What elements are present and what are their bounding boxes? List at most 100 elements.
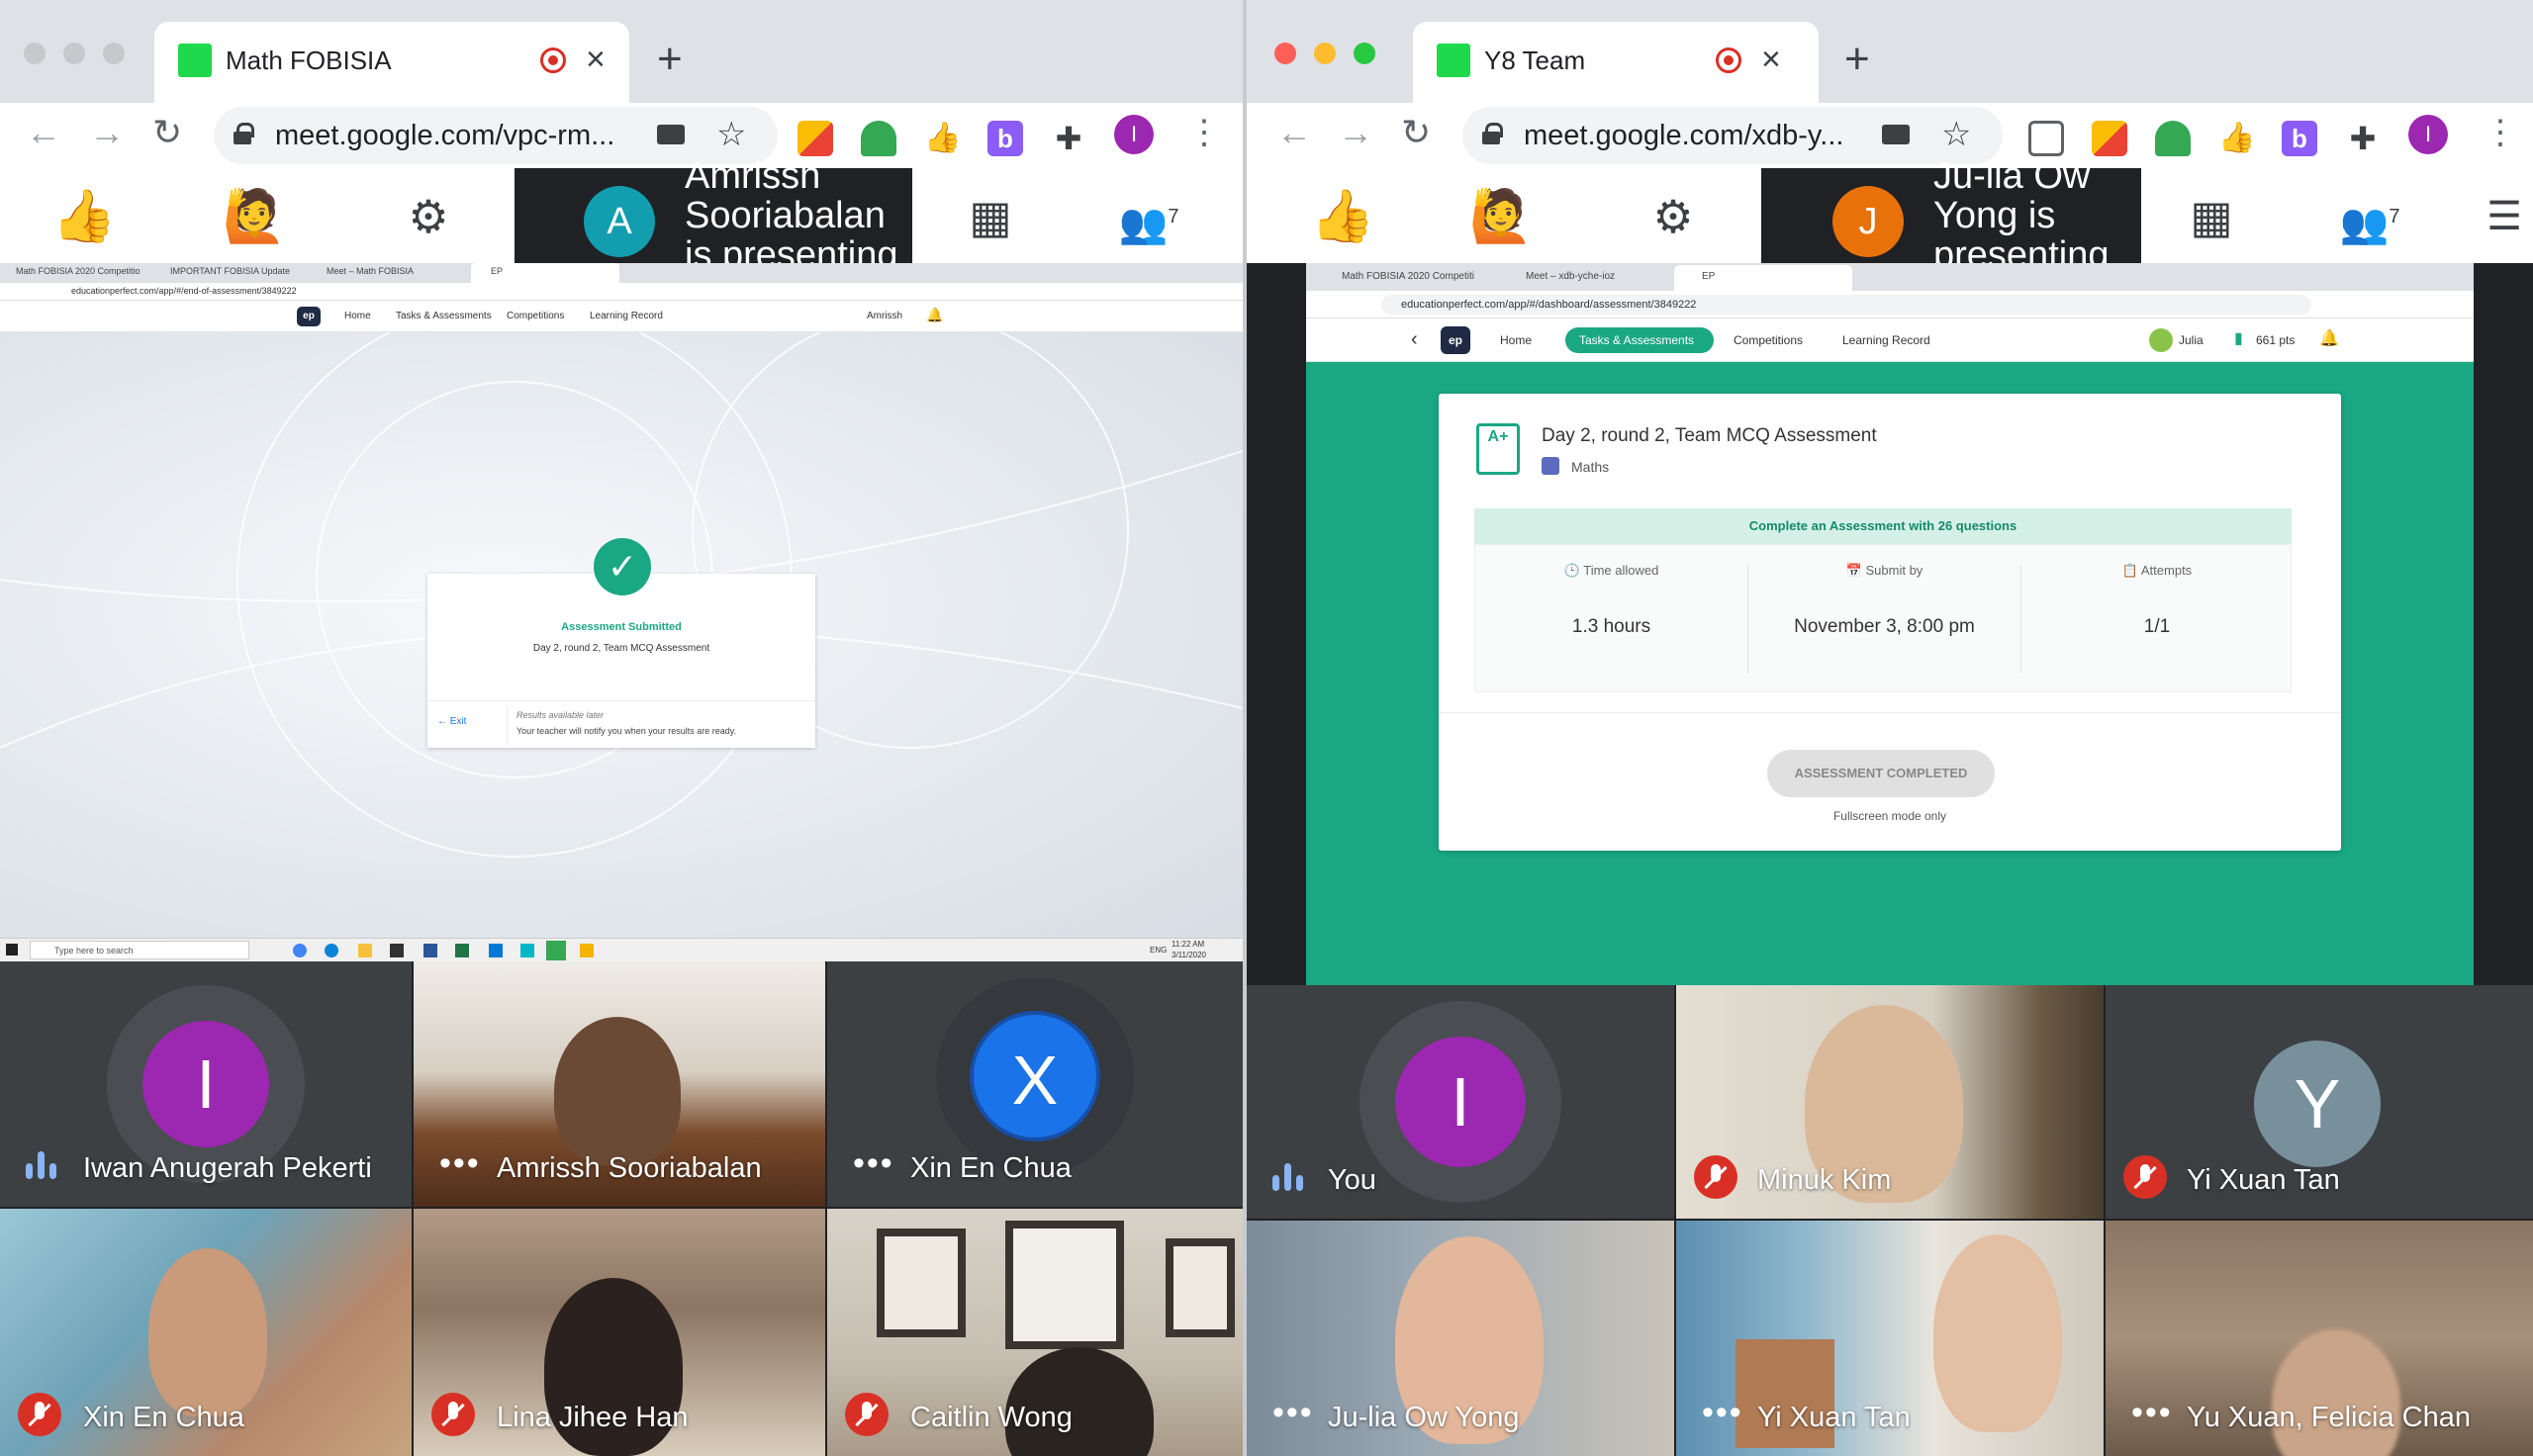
participant-tile[interactable]: Minuk Kim <box>1676 985 2104 1219</box>
forward-button[interactable]: → <box>1338 113 1373 152</box>
participant-tile[interactable]: Caitlin Wong <box>827 1209 1243 1456</box>
new-tab-button[interactable]: + <box>1844 36 1870 83</box>
submitted-title: Assessment Submitted <box>561 621 682 633</box>
address-bar[interactable]: meet.google.com/xdb-y... ☆ <box>1462 107 2003 164</box>
extensions-puzzle-icon[interactable]: ✚ <box>2345 121 2381 156</box>
zoom-window-button[interactable] <box>1354 43 1375 64</box>
presenter-text: Ju-lia Ow Yong is presenting <box>1933 155 2110 276</box>
participant-tile[interactable]: I You <box>1247 985 1674 1219</box>
exit-link[interactable]: ← Exit <box>437 716 466 727</box>
profile-avatar[interactable]: I <box>1114 115 1154 154</box>
extension-b-icon[interactable]: b <box>2282 121 2317 156</box>
shared-tab: EP <box>1702 271 1716 282</box>
extension-shield-icon[interactable] <box>797 121 833 156</box>
thumbs-up-icon[interactable]: 👍 <box>49 182 119 251</box>
more-options-icon[interactable]: ••• <box>439 1146 481 1180</box>
nav-tasks: Tasks & Assessments <box>396 311 492 321</box>
extension-shield-icon[interactable] <box>2092 121 2127 156</box>
wall-frame <box>877 1228 966 1337</box>
divider <box>427 700 815 701</box>
profile-avatar[interactable]: I <box>2408 115 2448 154</box>
taskbar-folder-icon[interactable] <box>358 944 372 957</box>
shared-tab-active <box>1674 265 1852 291</box>
browser-toolbar: ← → ↻ meet.google.com/vpc-rm... ☆ 👍 b ✚ … <box>0 103 1243 168</box>
chat-icon[interactable]: ☰ <box>2470 182 2533 251</box>
extension-thumb-icon[interactable]: 👍 <box>2218 121 2255 156</box>
close-window-button[interactable] <box>1274 43 1296 64</box>
close-tab-icon[interactable]: × <box>586 40 606 79</box>
extension-drive-icon[interactable] <box>861 121 896 156</box>
participants-icon[interactable]: 👥7 <box>2335 182 2404 251</box>
taskbar-meet-icon[interactable] <box>546 941 566 960</box>
taskbar-search-box[interactable]: Type here to search <box>30 941 249 959</box>
taskbar-chrome-icon[interactable] <box>293 944 307 957</box>
camera-icon[interactable] <box>657 125 685 144</box>
back-chevron-icon: ‹ <box>1411 328 1418 350</box>
speaking-indicator-icon <box>1272 1163 1306 1191</box>
chrome-menu-icon[interactable]: ⋮ <box>2484 113 2517 152</box>
raise-hand-icon[interactable]: 🙋 <box>220 182 289 251</box>
more-options-icon[interactable]: ••• <box>1272 1396 1314 1429</box>
wall-frame <box>1166 1238 1235 1337</box>
stat-value: November 3, 8:00 pm <box>1794 616 1975 637</box>
assessment-completed-button[interactable]: ASSESSMENT COMPLETED <box>1767 750 1995 797</box>
participant-tile[interactable]: ••• Amrissh Sooriabalan <box>414 961 825 1207</box>
grid-layout-icon[interactable]: ▦ <box>956 182 1025 251</box>
participant-tile[interactable]: ••• Yi Xuan Tan <box>1676 1221 2104 1456</box>
close-tab-icon[interactable]: × <box>1761 40 1781 79</box>
participant-name: Xin En Chua <box>910 1152 1072 1184</box>
minimize-window-button[interactable] <box>1314 43 1336 64</box>
nav-competitions: Competitions <box>1734 333 1804 347</box>
reading-list-icon[interactable] <box>2028 121 2064 156</box>
reload-button[interactable]: ↻ <box>1401 113 1431 152</box>
more-options-icon[interactable]: ••• <box>853 1146 894 1180</box>
chrome-menu-icon[interactable]: ⋮ <box>1187 113 1221 152</box>
raise-hand-icon[interactable]: 🙋 <box>1466 182 1536 251</box>
participant-tile[interactable]: Xin En Chua <box>0 1209 412 1456</box>
participant-tile[interactable]: I Iwan Anugerah Pekerti <box>0 961 412 1207</box>
close-window-button[interactable] <box>24 43 46 64</box>
bookmark-star-icon[interactable]: ☆ <box>1941 115 1971 154</box>
nav-home: Home <box>1500 333 1533 347</box>
taskbar-mail-icon[interactable] <box>489 944 503 957</box>
taskbar-store-icon[interactable] <box>390 944 404 957</box>
more-options-icon[interactable]: ••• <box>2131 1396 2173 1429</box>
extension-drive-icon[interactable] <box>2155 121 2191 156</box>
settings-gear-icon[interactable]: ⚙ <box>1639 182 1708 251</box>
shared-tab-strip: Math FOBISIA 2020 Competiti Meet – xdb-y… <box>1306 263 2474 291</box>
settings-gear-icon[interactable]: ⚙ <box>394 182 463 251</box>
taskbar-word-icon[interactable] <box>423 944 437 957</box>
camera-icon[interactable] <box>1882 125 1910 144</box>
participant-name: Iwan Anugerah Pekerti <box>83 1152 372 1184</box>
windows-start-icon[interactable] <box>6 944 18 956</box>
banner-text: Complete an Assessment with 26 questions <box>1748 518 2017 533</box>
participant-tile[interactable]: Lina Jihee Han <box>414 1209 825 1456</box>
taskbar-app-icon[interactable] <box>520 944 534 957</box>
back-button[interactable]: ← <box>26 113 61 152</box>
participants-icon[interactable]: 👥7 <box>1114 182 1183 251</box>
participant-tile[interactable]: X ••• Xin En Chua <box>827 961 1243 1207</box>
meet-top-bar: 👍 🙋 ⚙ J Ju-lia Ow Yong is presenting ▦ 👥… <box>1247 156 2533 275</box>
reload-button[interactable]: ↻ <box>152 113 182 152</box>
forward-button[interactable]: → <box>89 113 125 152</box>
back-button[interactable]: ← <box>1276 113 1312 152</box>
thumbs-up-icon[interactable]: 👍 <box>1308 182 1377 251</box>
taskbar-edge-icon[interactable] <box>325 944 338 957</box>
new-tab-button[interactable]: + <box>657 36 683 83</box>
more-options-icon[interactable]: ••• <box>1702 1396 1743 1429</box>
extensions-puzzle-icon[interactable]: ✚ <box>1051 121 1086 156</box>
bookmark-star-icon[interactable]: ☆ <box>716 115 746 154</box>
taskbar-excel-icon[interactable] <box>455 944 469 957</box>
recording-icon <box>1716 47 1741 73</box>
mic-muted-icon <box>18 1393 61 1436</box>
zoom-window-button[interactable] <box>103 43 125 64</box>
extension-b-icon[interactable]: b <box>987 121 1023 156</box>
taskbar-extra-icon[interactable] <box>580 944 594 957</box>
minimize-window-button[interactable] <box>63 43 85 64</box>
participant-tile[interactable]: Y Yi Xuan Tan <box>2106 985 2533 1219</box>
stat-label: 🕒 Time allowed <box>1563 563 1659 578</box>
grid-layout-icon[interactable]: ▦ <box>2177 182 2246 251</box>
participant-tile[interactable]: ••• Yu Xuan, Felicia Chan <box>2106 1221 2533 1456</box>
extension-thumb-icon[interactable]: 👍 <box>924 121 961 156</box>
participant-tile[interactable]: ••• Ju-lia Ow Yong <box>1247 1221 1674 1456</box>
